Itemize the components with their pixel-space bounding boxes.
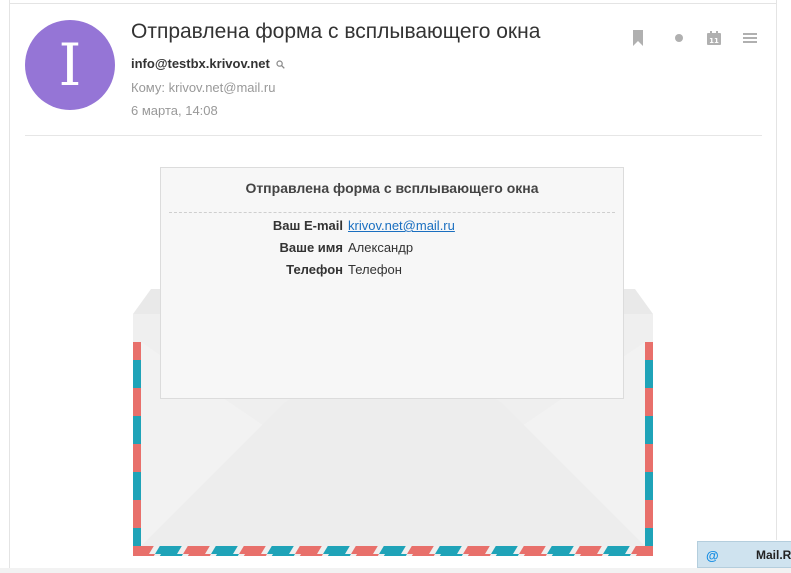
mailru-tab-label: Mail.R bbox=[756, 548, 791, 562]
calendar-icon[interactable]: 11 bbox=[706, 29, 722, 47]
form-title: Отправлена форма с всплывающего окна bbox=[245, 180, 539, 196]
envelope-illustration: Отправлена форма с всплывающего окна Ваш… bbox=[133, 164, 653, 556]
sender-avatar: I bbox=[25, 20, 115, 110]
mailru-agent-tab[interactable]: @ Mail.R bbox=[697, 541, 791, 568]
window-border-left bbox=[9, 0, 10, 573]
menu-icon[interactable] bbox=[742, 29, 758, 47]
calendar-day-number: 11 bbox=[709, 37, 719, 45]
sender-address-row[interactable]: info@testbx.krivov.net bbox=[131, 56, 286, 72]
unread-dot-icon[interactable] bbox=[671, 29, 687, 47]
recipient-line: Кому: krivov.net@mail.ru bbox=[131, 80, 276, 95]
message-date: 6 марта, 14:08 bbox=[131, 103, 218, 118]
mailru-at-icon: @ bbox=[706, 548, 719, 563]
search-icon[interactable] bbox=[276, 57, 286, 72]
form-value-phone: Телефон bbox=[348, 262, 402, 277]
window-border-right bbox=[776, 0, 777, 540]
window-border-top bbox=[9, 3, 777, 4]
bookmark-icon[interactable] bbox=[630, 29, 646, 47]
header-divider bbox=[25, 135, 762, 136]
form-value-name: Александр bbox=[348, 240, 414, 255]
form-title-separator bbox=[169, 212, 615, 213]
envelope-stripe-right bbox=[645, 342, 653, 556]
form-label-email: Ваш E-mail bbox=[272, 218, 343, 233]
envelope-stripe-left bbox=[133, 342, 141, 556]
bottom-scroll-strip bbox=[0, 568, 791, 573]
form-letter-card: Отправлена форма с всплывающего окна Ваш… bbox=[160, 167, 624, 399]
message-subject: Отправлена форма с всплывающего окна bbox=[131, 20, 541, 43]
form-value-email-link[interactable]: krivov.net@mail.ru bbox=[348, 218, 455, 233]
envelope-stripe-bottom bbox=[133, 546, 653, 556]
sender-address[interactable]: info@testbx.krivov.net bbox=[131, 56, 270, 71]
form-label-phone: Телефон bbox=[286, 262, 343, 277]
form-label-name: Ваше имя bbox=[279, 240, 344, 255]
